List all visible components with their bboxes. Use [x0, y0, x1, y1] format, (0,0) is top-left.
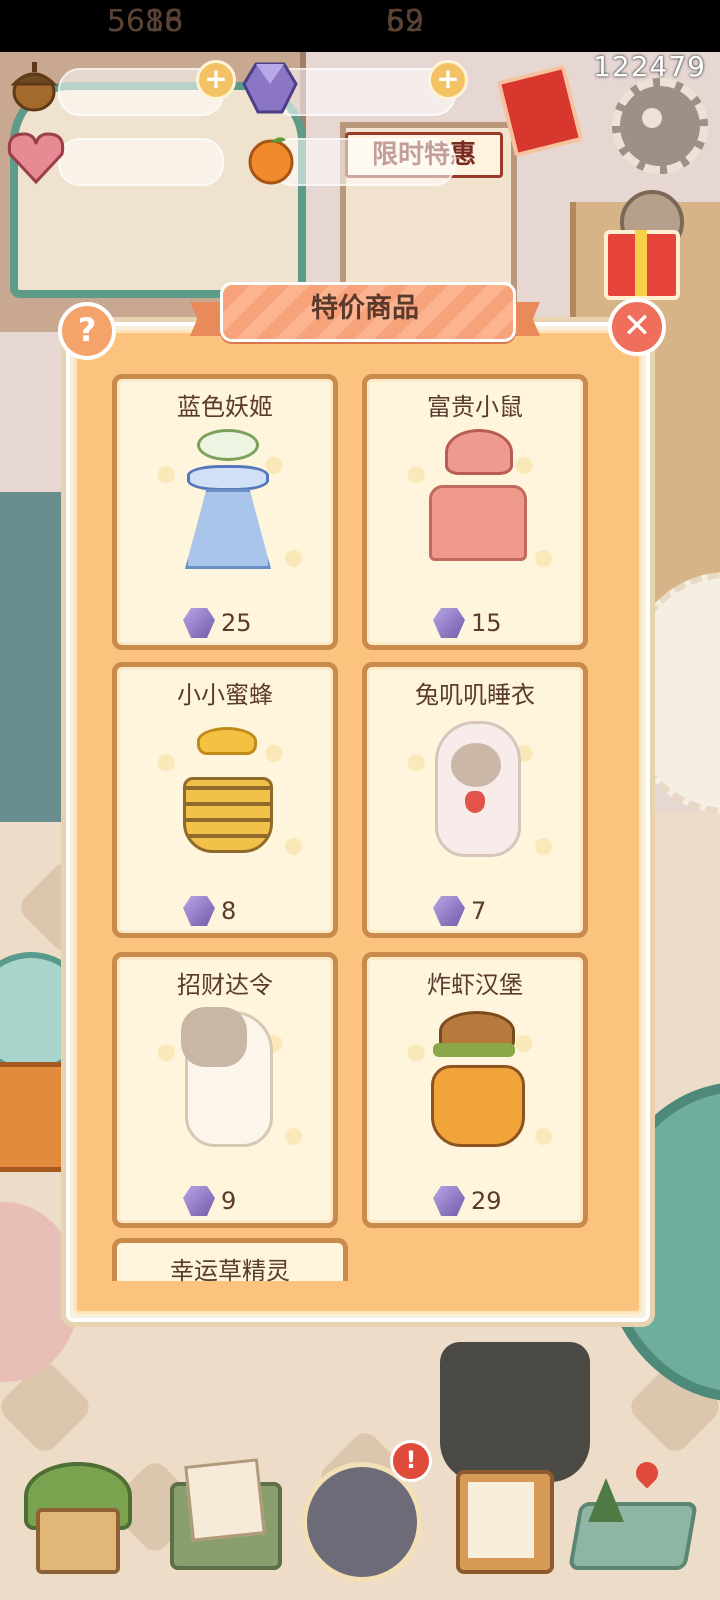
- shop-item-card-partial[interactable]: 幸运草精灵: [112, 1238, 348, 1285]
- purple-gem-icon: [183, 1186, 215, 1216]
- bee-outfit-icon: [175, 717, 275, 857]
- orange-value: 59: [385, 4, 425, 39]
- lucky-cat-outfit-icon: [175, 1007, 275, 1147]
- item-price: 7: [433, 895, 486, 927]
- price-value: 25: [221, 609, 252, 637]
- item-name: 招财达令: [177, 971, 273, 999]
- nav-map-button[interactable]: [568, 1457, 698, 1570]
- item-name: 兔叽叽睡衣: [415, 681, 535, 709]
- player-character: [440, 1342, 590, 1482]
- close-button[interactable]: ✕: [608, 298, 666, 356]
- dialog-title-ribbon: 特价商品: [190, 282, 540, 342]
- shop-item-card[interactable]: 小小蜜蜂 8: [112, 662, 338, 938]
- settings-gear-icon[interactable]: [612, 78, 708, 174]
- dialog-title: 特价商品: [311, 293, 419, 324]
- bunny-pajama-outfit-icon: [425, 717, 525, 857]
- item-name: 富贵小鼠: [427, 393, 523, 421]
- purple-gem-icon: [183, 608, 215, 638]
- shop-item-card[interactable]: 招财达令 9: [112, 952, 338, 1228]
- add-gems-button[interactable]: +: [428, 60, 468, 100]
- shrimp-burger-outfit-icon: [425, 1007, 525, 1147]
- item-price: 8: [183, 895, 236, 927]
- pink-dress-beret-outfit-icon: [425, 429, 527, 569]
- add-acorns-button[interactable]: +: [196, 60, 236, 100]
- purple-gem-icon: [242, 62, 298, 114]
- nav-home-button[interactable]: [22, 1462, 132, 1574]
- purple-gem-icon: [433, 1186, 465, 1216]
- item-name: 幸运草精灵: [170, 1257, 290, 1285]
- purple-gem-icon: [433, 608, 465, 638]
- price-value: 29: [471, 1187, 502, 1215]
- price-value: 8: [221, 897, 237, 925]
- purple-gem-icon: [433, 896, 465, 926]
- help-button[interactable]: ?: [58, 302, 116, 360]
- nav-friends-button[interactable]: [302, 1462, 422, 1582]
- shop-item-card[interactable]: 富贵小鼠 15: [362, 374, 588, 650]
- item-price: 9: [183, 1185, 236, 1217]
- item-price: 29: [433, 1185, 502, 1217]
- price-value: 9: [221, 1187, 237, 1215]
- item-name: 炸虾汉堡: [427, 971, 523, 999]
- item-price: 25: [183, 607, 252, 639]
- shop-item-card[interactable]: 炸虾汉堡 29: [362, 952, 588, 1228]
- item-price: 15: [433, 607, 502, 639]
- notification-badge: !: [390, 1440, 432, 1482]
- price-value: 15: [471, 609, 502, 637]
- item-name: 蓝色妖姬: [177, 393, 273, 421]
- acorn-icon: [6, 58, 62, 114]
- purple-gem-icon: [183, 896, 215, 926]
- blue-dress-outfit-icon: [175, 429, 275, 569]
- nav-mail-button[interactable]: [170, 1458, 282, 1570]
- orange-fruit-icon: [244, 132, 298, 186]
- shop-item-card[interactable]: 兔叽叽睡衣 7: [362, 662, 588, 938]
- gift-box-icon[interactable]: [604, 230, 680, 300]
- nav-tasks-button[interactable]: [452, 1462, 556, 1574]
- price-value: 7: [471, 897, 487, 925]
- crystal-heart-icon: [6, 130, 66, 186]
- heart-value: 5616: [106, 4, 184, 39]
- heart-counter: [58, 138, 224, 186]
- item-name: 小小蜜蜂: [177, 681, 273, 709]
- shop-item-card[interactable]: 蓝色妖姬 25: [112, 374, 338, 650]
